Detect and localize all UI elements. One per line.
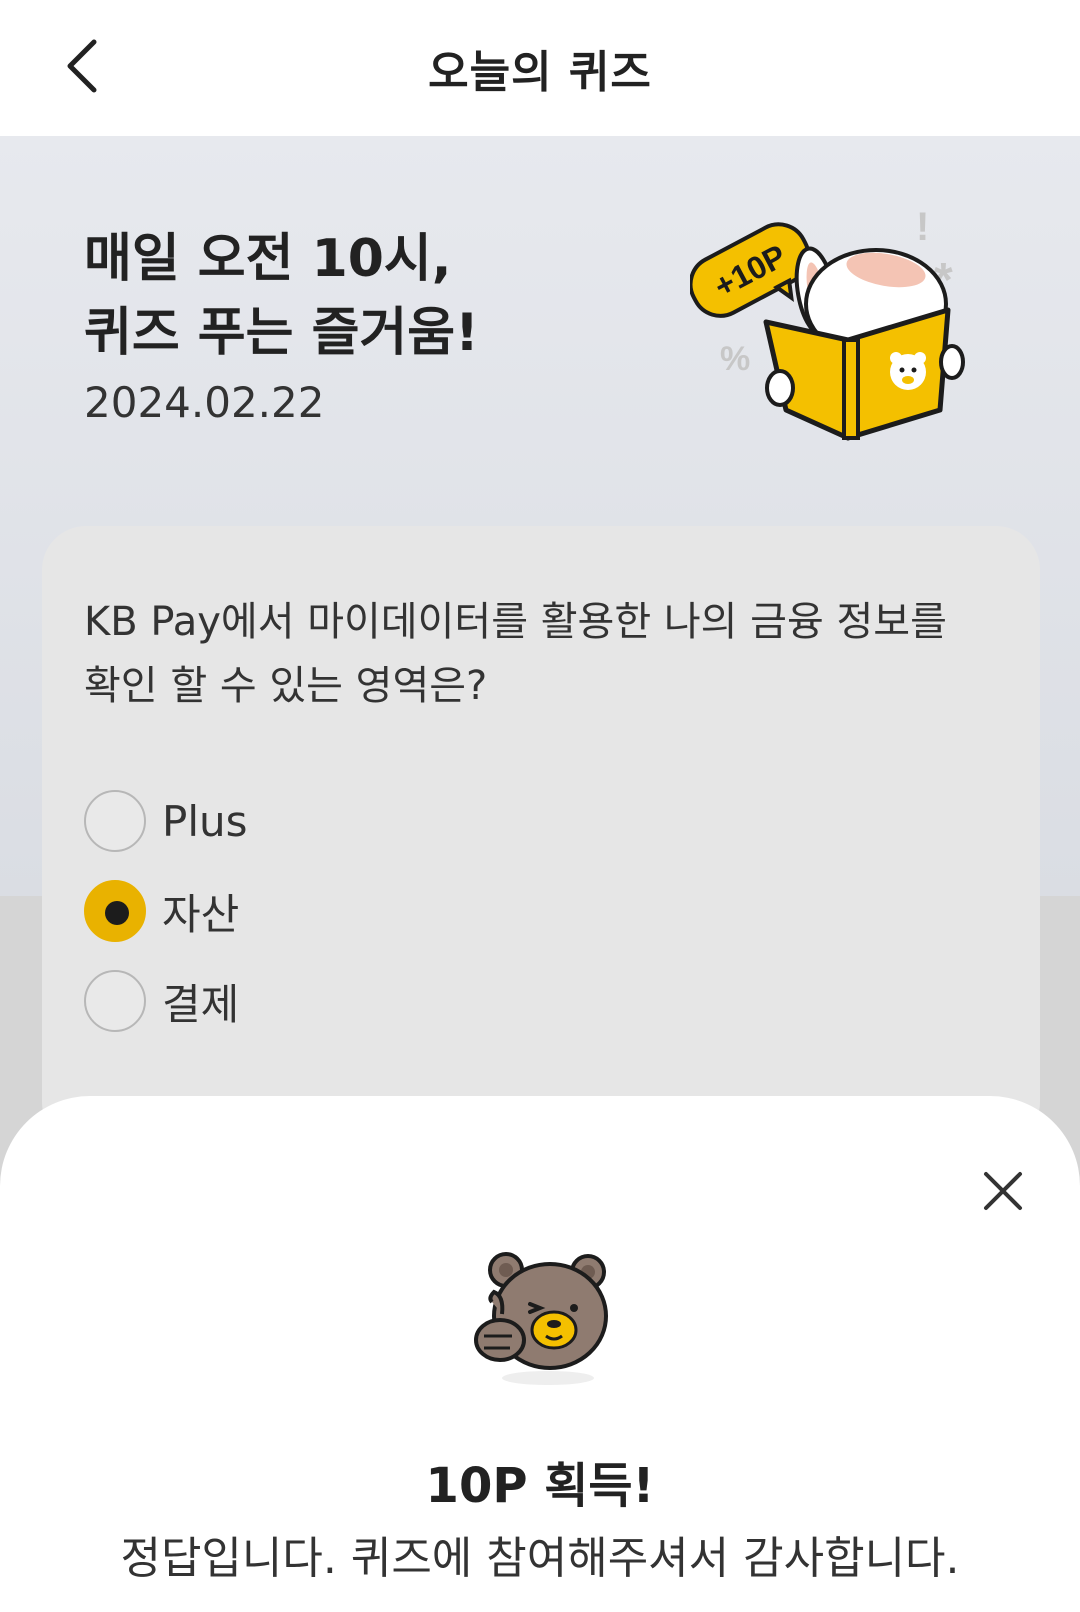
option-plus[interactable]: Plus bbox=[84, 790, 248, 852]
reward-title: 10P 획득! bbox=[425, 1458, 655, 1514]
question-text: KB Pay에서 마이데이터를 활용한 나의 금융 정보를 확인 할 수 있는 … bbox=[84, 599, 947, 709]
quiz-screen: 오늘의 퀴즈 매일 오전 10시, 퀴즈 푸는 즐거움! 2024.02.22 … bbox=[0, 0, 1080, 1612]
radio-unchecked-icon[interactable] bbox=[84, 970, 146, 1032]
radio-unchecked-icon[interactable] bbox=[84, 790, 146, 852]
radio-checked-icon[interactable] bbox=[84, 880, 146, 942]
option-payment[interactable]: 결제 bbox=[84, 970, 239, 1032]
back-button[interactable] bbox=[46, 30, 118, 102]
option-label: 결제 bbox=[162, 979, 240, 1029]
close-button[interactable] bbox=[978, 1166, 1028, 1216]
chevron-left-icon bbox=[67, 39, 97, 93]
bear-thumbs-up-icon bbox=[474, 1252, 608, 1385]
quiz-date: 2024.02.22 bbox=[84, 378, 325, 427]
reward-message: 정답입니다. 퀴즈에 참여해주셔서 감사합니다. bbox=[120, 1533, 960, 1584]
top-app-bar: 오늘의 퀴즈 bbox=[0, 0, 1080, 136]
option-label: Plus bbox=[162, 796, 248, 846]
rabbit-reading-illustration: +10P ! * % bbox=[690, 205, 965, 441]
close-icon bbox=[984, 1172, 1022, 1210]
option-asset[interactable]: 자산 bbox=[84, 880, 239, 942]
page-title: 오늘의 퀴즈 bbox=[428, 47, 652, 98]
option-label: 자산 bbox=[162, 889, 240, 939]
svg-text:!: ! bbox=[916, 205, 929, 249]
hero-title: 매일 오전 10시, 퀴즈 푸는 즐거움! bbox=[84, 229, 479, 363]
svg-text:%: % bbox=[720, 340, 750, 378]
